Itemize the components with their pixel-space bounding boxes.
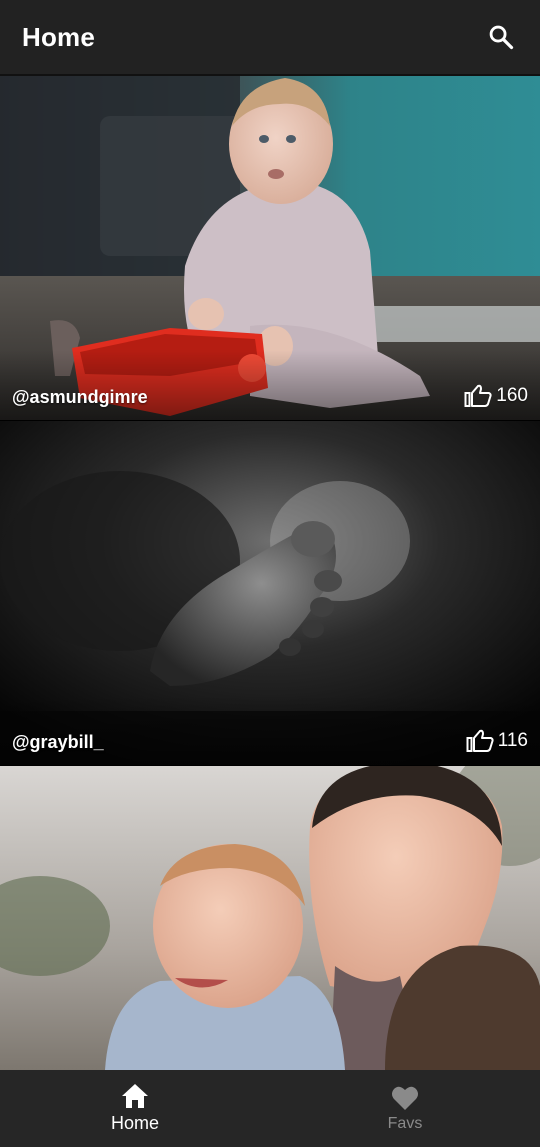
search-icon [489, 25, 514, 50]
top-app-bar: Home [0, 0, 540, 76]
thumbs-up-icon [464, 384, 492, 407]
photo-card[interactable] [0, 766, 540, 1070]
nav-favs-label: Favs [387, 1114, 423, 1132]
thumbs-up-icon [466, 729, 494, 752]
like-count: 116 [497, 730, 528, 751]
search-button[interactable] [484, 20, 518, 54]
bottom-navigation: Home Favs [0, 1070, 540, 1147]
app-root: Home @asmundgimre 160 @graybill_ 116 Hom… [0, 0, 540, 1147]
nav-favs[interactable]: Favs [270, 1070, 540, 1147]
photo-card[interactable]: @asmundgimre 160 [0, 76, 540, 420]
nav-home[interactable]: Home [0, 1070, 270, 1147]
photo-author[interactable]: @graybill_ [12, 732, 104, 753]
father-and-baby-photo [0, 766, 540, 1070]
like-count: 160 [496, 385, 528, 406]
page-title: Home [22, 21, 96, 52]
home-icon [122, 1084, 148, 1108]
photo-card[interactable]: @graybill_ 116 [0, 421, 540, 765]
like-button[interactable]: 160 [464, 384, 528, 408]
heart-icon [392, 1086, 418, 1110]
caption-overlay [0, 695, 540, 765]
like-button[interactable]: 116 [466, 729, 528, 753]
nav-home-label: Home [110, 1113, 159, 1133]
caption-overlay [0, 350, 540, 420]
photo-author[interactable]: @asmundgimre [12, 387, 148, 408]
photo-feed[interactable]: @asmundgimre 160 @graybill_ 116 [0, 76, 540, 1070]
